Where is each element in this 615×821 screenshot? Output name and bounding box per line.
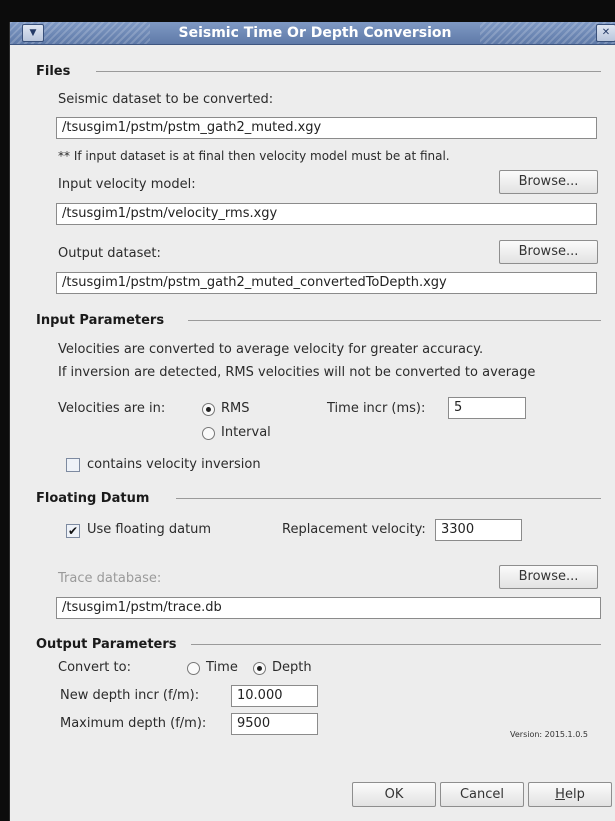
seismic-dataset-field[interactable]: /tsusgim1/pstm/pstm_gath2_muted.xgy <box>56 117 597 139</box>
input-parameters-divider <box>188 320 601 321</box>
convert-to-label: Convert to: <box>58 660 131 675</box>
time-incr-field[interactable]: 5 <box>448 397 526 419</box>
close-button[interactable]: ✕ <box>596 24 615 42</box>
depth-radio-label[interactable]: Depth <box>272 660 312 675</box>
interval-radio-label[interactable]: Interval <box>221 425 271 440</box>
cancel-button[interactable]: Cancel <box>440 782 524 807</box>
velocities-in-label: Velocities are in: <box>58 401 166 416</box>
output-browse-button[interactable]: Browse... <box>499 240 598 264</box>
floating-datum-divider <box>176 498 601 499</box>
help-button[interactable]: Help <box>528 782 612 807</box>
input-parameters-heading: Input Parameters <box>36 313 165 328</box>
trace-database-field[interactable]: /tsusgim1/pstm/trace.db <box>56 597 601 619</box>
time-radio-label[interactable]: Time <box>206 660 238 675</box>
velocity-info-line1: Velocities are converted to average velo… <box>58 342 484 357</box>
velocity-inversion-checkbox[interactable] <box>66 458 80 472</box>
trace-browse-button[interactable]: Browse... <box>499 565 598 589</box>
velocity-inversion-label[interactable]: contains velocity inversion <box>87 457 261 472</box>
window-menu-button[interactable]: ▼ <box>22 24 44 42</box>
use-floating-datum-checkbox[interactable]: ✔ <box>66 524 80 538</box>
window-title: Seismic Time Or Depth Conversion <box>150 22 480 44</box>
velocity-browse-button[interactable]: Browse... <box>499 170 598 194</box>
rms-radio-label[interactable]: RMS <box>221 401 250 416</box>
depth-incr-field[interactable]: 10.000 <box>231 685 318 707</box>
files-divider <box>96 71 601 72</box>
ok-button[interactable]: OK <box>352 782 436 807</box>
output-dataset-label: Output dataset: <box>58 246 161 261</box>
floating-datum-heading: Floating Datum <box>36 491 150 506</box>
dialog-window: ▼ Seismic Time Or Depth Conversion ✕ Fil… <box>9 22 615 821</box>
time-radio[interactable] <box>187 662 200 675</box>
time-incr-label: Time incr (ms): <box>327 401 426 416</box>
help-mnemonic: H <box>555 787 565 802</box>
close-icon: ✕ <box>601 27 611 38</box>
velocity-info-line2: If inversion are detected, RMS velocitie… <box>58 365 536 380</box>
seismic-dataset-label: Seismic dataset to be converted: <box>58 92 274 107</box>
trace-database-label: Trace database: <box>58 571 162 586</box>
replacement-velocity-field[interactable]: 3300 <box>435 519 522 541</box>
output-parameters-divider <box>191 644 601 645</box>
chevron-down-icon: ▼ <box>29 28 37 38</box>
use-floating-datum-label[interactable]: Use floating datum <box>87 522 211 537</box>
rms-radio[interactable] <box>202 403 215 416</box>
checkmark-icon: ✔ <box>67 524 79 538</box>
depth-incr-label: New depth incr (f/m): <box>60 688 200 703</box>
output-parameters-heading: Output Parameters <box>36 637 177 652</box>
max-depth-field[interactable]: 9500 <box>231 713 318 735</box>
version-label: Version: 2015.1.0.5 <box>510 730 588 739</box>
input-velocity-field[interactable]: /tsusgim1/pstm/velocity_rms.xgy <box>56 203 597 225</box>
input-velocity-label: Input velocity model: <box>58 177 196 192</box>
files-heading: Files <box>36 64 71 79</box>
final-note: ** If input dataset is at final then vel… <box>58 149 450 163</box>
replacement-velocity-label: Replacement velocity: <box>282 522 426 537</box>
help-label-rest: elp <box>564 787 585 802</box>
max-depth-label: Maximum depth (f/m): <box>60 716 207 731</box>
output-dataset-field[interactable]: /tsusgim1/pstm/pstm_gath2_muted_converte… <box>56 272 597 294</box>
title-bar[interactable]: ▼ Seismic Time Or Depth Conversion ✕ <box>10 22 615 45</box>
depth-radio[interactable] <box>253 662 266 675</box>
interval-radio[interactable] <box>202 427 215 440</box>
